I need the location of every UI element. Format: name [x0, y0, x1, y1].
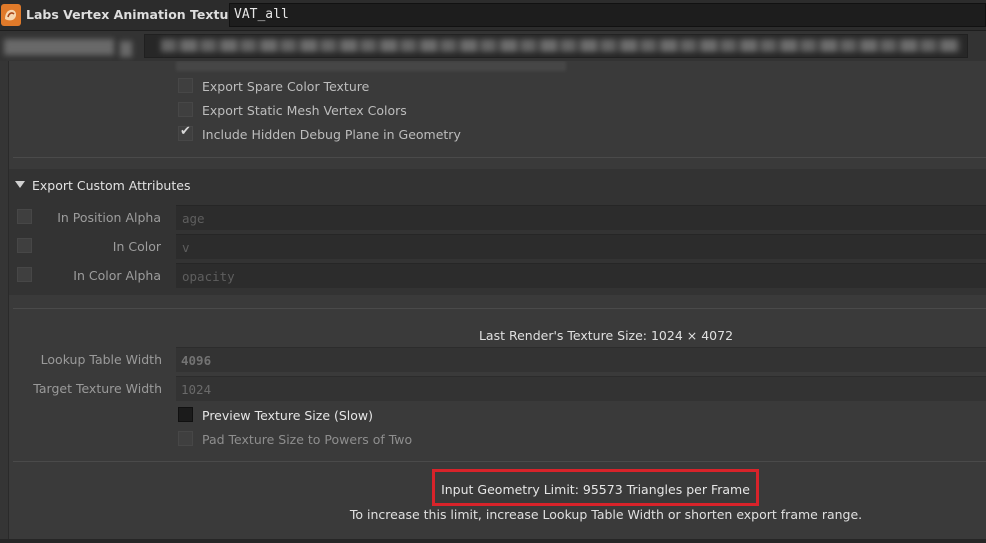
separator [13, 308, 986, 309]
bottom-edge [0, 539, 986, 543]
pad-texture-size-checkbox[interactable] [178, 431, 193, 446]
preview-texture-size-label: Preview Texture Size (Slow) [202, 408, 374, 423]
hidden-debug-plane-checkbox[interactable]: ✔ [178, 124, 193, 141]
color-toggle[interactable] [17, 238, 32, 253]
clipped-parameter-row [176, 61, 566, 71]
lookup-table-width-label: Lookup Table Width [40, 352, 162, 367]
left-panel-strip [0, 61, 9, 543]
target-texture-width-field[interactable]: 1024 [176, 376, 986, 401]
blurred-tab-text [161, 39, 961, 52]
blurred-tab-icon[interactable] [120, 41, 132, 57]
blurred-tab-strip[interactable] [144, 34, 968, 58]
custom-attributes-folder-header[interactable]: Export Custom Attributes [9, 169, 986, 201]
input-geometry-limit: Input Geometry Limit: 95573 Triangles pe… [441, 482, 750, 497]
export-spare-color-checkbox[interactable] [178, 78, 193, 93]
position-alpha-field[interactable]: age [176, 205, 986, 230]
export-static-mesh-colors-label: Export Static Mesh Vertex Colors [202, 103, 407, 118]
attribute-row-color: In Color v [9, 233, 986, 260]
custom-attributes-folder-title: Export Custom Attributes [32, 178, 191, 193]
export-spare-color-label: Export Spare Color Texture [202, 79, 370, 94]
color-alpha-field[interactable]: opacity [176, 263, 986, 288]
pad-texture-size-label: Pad Texture Size to Powers of Two [202, 432, 413, 447]
parameter-tab-bar [0, 31, 986, 61]
position-alpha-toggle[interactable] [17, 209, 32, 224]
target-texture-width-row: Target Texture Width 1024 [0, 375, 986, 402]
node-header: Labs Vertex Animation Textures VAT_all [0, 0, 986, 31]
export-static-mesh-colors-checkbox[interactable] [178, 102, 193, 117]
attribute-row-color-alpha: In Color Alpha opacity [9, 262, 986, 289]
limit-hint: To increase this limit, increase Lookup … [349, 507, 863, 522]
color-label: In Color [112, 239, 161, 254]
preview-texture-size-checkbox[interactable] [178, 407, 193, 422]
node-type-icon-glyph [5, 9, 17, 21]
expand-triangle-icon[interactable] [15, 181, 25, 188]
position-alpha-label: In Position Alpha [57, 210, 161, 225]
blurred-tab-label[interactable] [4, 39, 114, 55]
last-render-texture-size: Last Render's Texture Size: 1024 × 4072 [478, 328, 734, 343]
lookup-table-width-field[interactable]: 4096 [176, 347, 986, 372]
color-alpha-toggle[interactable] [17, 267, 32, 282]
separator [13, 157, 986, 158]
node-name-field[interactable]: VAT_all [229, 3, 986, 27]
lookup-table-width-row: Lookup Table Width 4096 [0, 346, 986, 373]
separator [13, 461, 986, 462]
custom-attributes-folder: Export Custom Attributes In Position Alp… [9, 169, 986, 295]
node-type-label: Labs Vertex Animation Textures [26, 7, 251, 22]
target-texture-width-label: Target Texture Width [33, 381, 162, 396]
attribute-row-position-alpha: In Position Alpha age [9, 204, 986, 231]
color-field[interactable]: v [176, 234, 986, 259]
hidden-debug-plane-label: Include Hidden Debug Plane in Geometry [202, 127, 461, 142]
parameter-pane[interactable]: Export Spare Color Texture Export Static… [0, 61, 986, 543]
checkmark-icon: ✔ [180, 124, 191, 139]
color-alpha-label: In Color Alpha [73, 268, 161, 283]
houdini-node-icon[interactable] [1, 4, 21, 26]
